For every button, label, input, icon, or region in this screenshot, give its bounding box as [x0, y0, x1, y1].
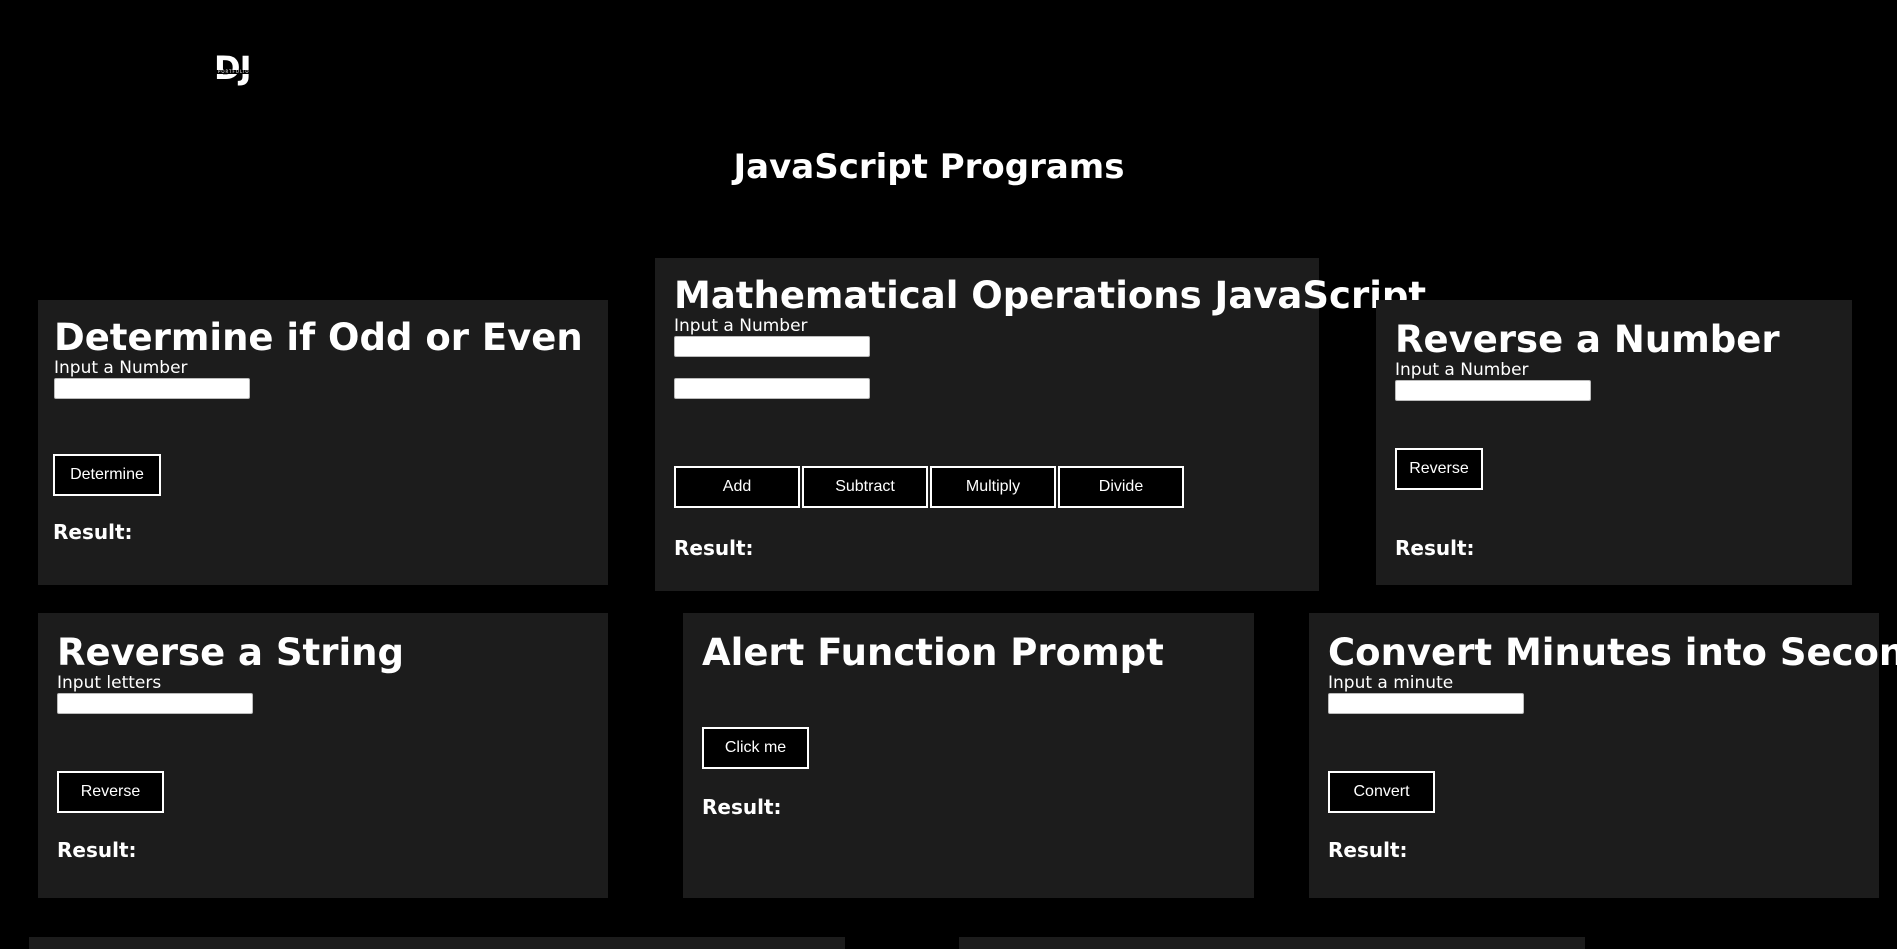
input-label: Input a Number — [674, 316, 808, 336]
convert-button[interactable]: Convert — [1328, 771, 1435, 813]
math-operations-card: Mathematical Operations JavaScript Input… — [655, 258, 1427, 591]
logo-mark: DJ — [214, 49, 251, 87]
reverse-number-button[interactable]: Reverse — [1395, 448, 1483, 490]
result-label: Result: — [53, 520, 133, 544]
reverse-number-card: Reverse a Number Input a Number Reverse … — [1376, 300, 1852, 585]
subtract-button[interactable]: Subtract — [802, 466, 928, 508]
minutes-input[interactable] — [1328, 693, 1524, 714]
card-title: Reverse a Number — [1395, 318, 1780, 361]
page: DJ PORTFOLIO JavaScript Programs Determi… — [0, 0, 1897, 949]
result-label: Result: — [702, 795, 782, 819]
card-title: Convert Minutes into Seconds — [1328, 631, 1897, 674]
multiply-button[interactable]: Multiply — [930, 466, 1056, 508]
number-input[interactable] — [1395, 380, 1591, 401]
card-title: Mathematical Operations JavaScript — [674, 274, 1427, 317]
card-title: Alert Function Prompt — [702, 631, 1164, 674]
input-label: Input letters — [57, 673, 162, 693]
determine-button[interactable]: Determine — [53, 454, 161, 496]
first-number-input[interactable] — [674, 336, 870, 357]
second-number-input[interactable] — [674, 378, 870, 399]
divide-button[interactable]: Divide — [1058, 466, 1184, 508]
reverse-string-card: Reverse a String Input letters Reverse R… — [38, 613, 608, 898]
next-card-edge — [959, 937, 1585, 949]
click-me-button[interactable]: Click me — [702, 727, 809, 769]
card-title: Reverse a String — [57, 631, 404, 674]
letters-input[interactable] — [57, 693, 253, 714]
result-label: Result: — [57, 838, 137, 862]
result-label: Result: — [674, 536, 754, 560]
operation-buttons: Add Subtract Multiply Divide — [674, 466, 1186, 508]
page-title: JavaScript Programs — [733, 147, 1125, 187]
card-title: Determine if Odd or Even — [54, 316, 583, 359]
odd-even-card: Determine if Odd or Even Input a Number … — [38, 300, 608, 585]
alert-prompt-card: Alert Function Prompt Click me Result: — [683, 613, 1254, 898]
next-card-edge — [29, 937, 845, 949]
logo-subtitle: PORTFOLIO — [218, 69, 250, 74]
result-label: Result: — [1328, 838, 1408, 862]
reverse-string-button[interactable]: Reverse — [57, 771, 164, 813]
input-label: Input a Number — [1395, 360, 1529, 380]
number-input[interactable] — [54, 378, 250, 399]
add-button[interactable]: Add — [674, 466, 800, 508]
result-label: Result: — [1395, 536, 1475, 560]
input-label: Input a Number — [54, 358, 188, 378]
logo[interactable]: DJ PORTFOLIO — [214, 50, 262, 90]
input-label: Input a minute — [1328, 673, 1454, 693]
minutes-to-seconds-card: Convert Minutes into Seconds Input a min… — [1309, 613, 1897, 898]
